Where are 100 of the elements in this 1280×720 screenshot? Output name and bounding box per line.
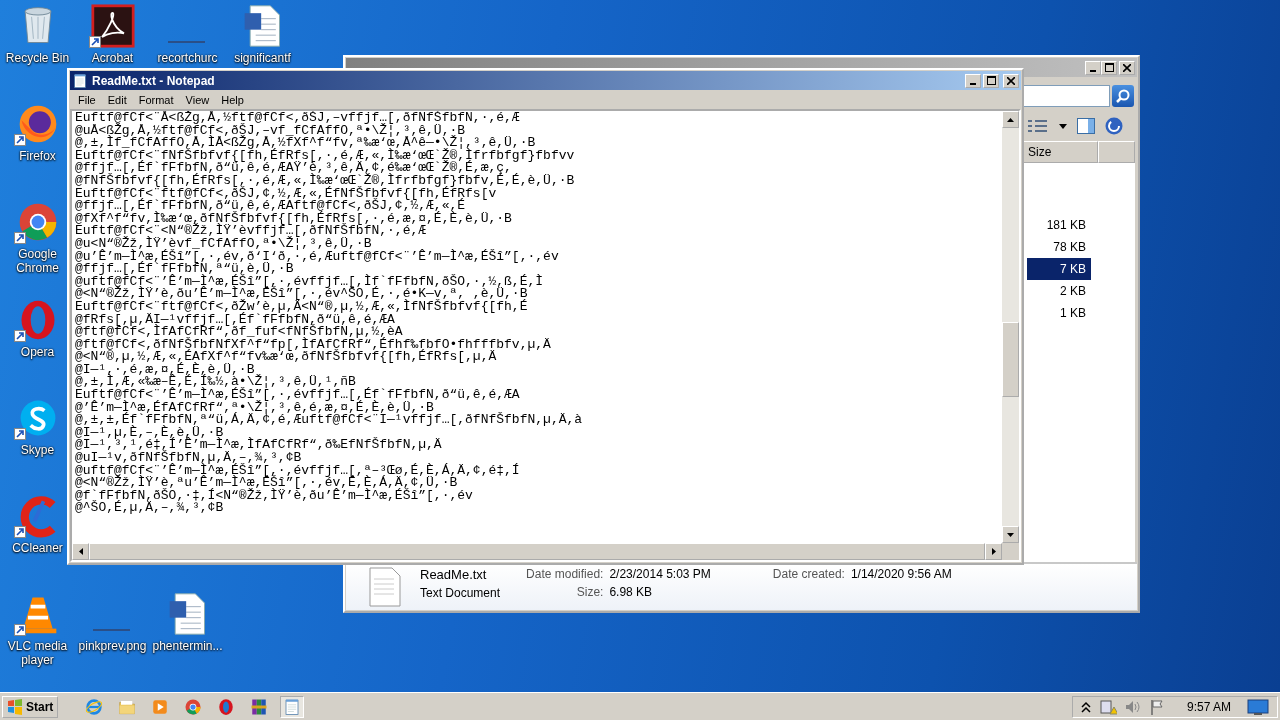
file-name: ReadMe.txt — [420, 567, 488, 582]
detail-value: 1/14/2020 9:56 AM — [850, 567, 952, 581]
text-line: @u’Ê’m—Ì^æ,ÉŠî”[,·,év,ð‘I‘ð,·,é,Æuftf@fCf<¨’Ê’m—Ì^æ,ÉŠî”[,·,év — [75, 250, 559, 264]
text-line: @,±,Ìf_fCfAffO,Å,ÌÅ<ßŽg,Å,½fXf^f“fv,ª‰æ‘œ,Å^ê—•\Ž¦,³,ê,Ü,·B — [75, 137, 536, 150]
desktop-icon-label[interactable]: Recycle Bin — [5, 51, 70, 65]
windows-flag-icon — [7, 698, 23, 715]
scrollbar-thumb[interactable] — [1002, 322, 1019, 397]
desktop-icon-label[interactable]: VLC media player — [7, 639, 68, 667]
app-tile-icon — [90, 4, 135, 48]
preview-pane-icon[interactable] — [1077, 118, 1095, 134]
text-line: @<N“®,µ,½,Æ,«,ÉAfXf^f“fv‰æ‘œ,ðfNfŠfbfvf{[fh,ÉfRfs[,µ,Ä — [75, 351, 497, 364]
desktop-icon-label[interactable]: Firefox — [19, 149, 56, 163]
menu-item[interactable]: Help — [215, 93, 250, 106]
file-row[interactable]: 1 KB — [1027, 302, 1091, 324]
maximize-icon — [986, 76, 996, 85]
text-line: @ftf@fCf<,ðfNfŠfbfNfXf^f“fp[,ÌfAfCfRf“,Éfhf‰fbfO•fhfffbfv,µ,Ä — [75, 338, 551, 352]
desktop-icon-label[interactable]: phentermin... — [152, 639, 223, 653]
search-icon — [1116, 89, 1130, 103]
minimize-button[interactable] — [1085, 60, 1101, 75]
menu-item[interactable]: View — [179, 93, 216, 106]
text-line: @^ŠO,É,µ,Ä,–,¾,³,¢B — [75, 502, 224, 515]
file-row[interactable]: 78 KB — [1027, 236, 1091, 258]
text-line: Euftf@fCf<¨<N“®Žž,ÌŸ’èvffjf…[,ðfNfŠfbfN,·,é,Æ — [75, 225, 427, 238]
desktop-icon-label[interactable]: pinkprev.png — [78, 639, 147, 653]
menu-item[interactable]: Format — [132, 93, 180, 106]
left-arrow-icon — [78, 548, 83, 555]
minimize-icon — [970, 82, 976, 85]
right-arrow-icon — [991, 548, 996, 555]
search-field[interactable] — [1023, 85, 1110, 107]
text-line: @fXf^f“fv,Ì‰æ‘œ,ðfNfŠfbfvf{[fh,ÉfRfs[,·,é,æ,¤,É,È,è,Ü,·B — [75, 212, 512, 226]
file-row[interactable]: 7 KB — [1027, 258, 1091, 280]
column-header[interactable]: Size — [1023, 141, 1098, 163]
text-line: @fRfs[,µ,ÄI—¹vffjf…[,Éf`fFfbfN,ð“ü,ê,é,ÆA — [75, 313, 395, 327]
notepad-icon — [283, 697, 302, 716]
show-desktop-icon[interactable] — [1247, 698, 1269, 715]
close-icon — [1007, 76, 1015, 85]
desktop-icon-label[interactable]: Google Chrome — [7, 247, 68, 275]
text-line: @ffjf…[,Éf`fFfbfN,ð“ü,ê,é,ÆAftf@fCf<,ðŠJ,¢,½,Æ,«,É — [75, 200, 466, 213]
text-line: Euftf@fCf<¨ftf@fCf<,ðŠJ,¢,½,Æ,«,ÉfNfŠfbfvf{[fh,ÉfRfs[v — [75, 187, 497, 201]
maximize-button[interactable] — [983, 73, 999, 88]
text-line: @uÅ<ßŽg,Å,½ftf@fCf<,ðŠJ,–vf_fCfAffO,ª•\Ž¦,³,ê,Ü,·B — [75, 124, 466, 138]
close-button[interactable] — [1119, 60, 1135, 75]
desktop-icon-label[interactable]: CCleaner — [12, 541, 63, 555]
detail-value: 2/23/2014 5:03 PM — [609, 567, 711, 581]
search-button[interactable] — [1112, 85, 1134, 107]
window-title: ReadMe.txt - Notepad — [92, 73, 216, 88]
text-line: @uftf@fCf<¨’Ê’m—Ì^æ,ÉŠî”[,·,évffjf…[,Ìf`fFfbfN,ðŠO,·,½,ß,É,Ì — [75, 275, 544, 289]
desktop-icon-label[interactable]: significantf — [234, 51, 291, 65]
taskbar-button[interactable] — [280, 695, 305, 718]
column-header[interactable] — [1098, 141, 1135, 163]
vertical-scrollbar[interactable] — [1002, 111, 1019, 543]
clock[interactable]: 9:57 AM — [1186, 699, 1231, 714]
show-hidden-icons-icon[interactable] — [1080, 700, 1091, 713]
text-line: Euftf@fCf<¨Å<ßŽg,Å,½ftf@fCf<,ðŠJ,–vffjf…[,ðfNfŠfbfN,·,é,Æ — [75, 112, 520, 125]
menu-item[interactable]: Edit — [101, 93, 133, 106]
text-line: @ffjf…[,Éf`fFfbfN,ª“ü,è,Ü,·B — [75, 263, 294, 276]
scrollbar-corner — [1002, 543, 1019, 560]
play-icon — [151, 697, 170, 716]
detail-value: 6.98 KB — [609, 585, 654, 599]
start-button[interactable]: Start — [2, 695, 59, 718]
text-line: @fNfŠfbfvf{[fh,ÉfRfs[,·,é,Æ,«,Ì‰æ‘œŒ`Ž®,Ìfrfbfgf}fbfv,É,É,è,Ü,·B — [75, 174, 575, 188]
detail-label: Date modified: — [526, 567, 604, 581]
text-line: @uI—¹v,ðfNfŠfbfN,µ,Ä,–,¾,³,¢B — [75, 452, 302, 465]
detail-label: Date created: — [772, 567, 845, 581]
text-line: @,±,±,Éf`fFfbfN,ª“ü,Á,Ä,¢,é,Æuftf@fCf<¨I—¹vffjf…[,ðfNfŠfbfN,µ,Ä,à — [75, 414, 583, 427]
menu-item[interactable]: File — [72, 93, 102, 106]
file-row[interactable]: 2 KB — [1027, 280, 1091, 302]
help-icon[interactable] — [1105, 117, 1123, 135]
archive-icon — [250, 697, 269, 716]
desktop-icon-label[interactable]: Opera — [20, 345, 55, 359]
text-line: @f`fFfbfN,ðŠO,·‡,Í<N“®Žž,ÌŸ’è,ðu’Ê’m—Ì^æ,ÉŠî”[,·,év — [75, 489, 473, 503]
desktop-icon-label[interactable]: Acrobat — [91, 51, 134, 65]
text-line: Euftf@fCf<¨ftf@fCf<,ðŽw’è,µ,Ä<N“®,µ,½,Æ,«,ÌfNfŠfbfvf{[fh,É — [75, 300, 528, 314]
text-line: @ftf@fCf<,ÌfAfCfRf“,ðf_fuf<fNfŠfbfN,µ,½,èA — [75, 326, 403, 339]
down-arrow-icon — [1007, 532, 1014, 537]
text-line: @<N“®Žž,ÌŸ’è,ªu’Ê’m—Ì^æ,ÉŠî”[,·,év,É,È,Á,Ä,¢,Ü,·B — [75, 477, 458, 490]
close-icon — [1123, 63, 1131, 72]
browser-icon — [184, 697, 203, 716]
view-list-icon[interactable] — [1027, 119, 1049, 133]
maximize-icon — [1104, 63, 1114, 72]
up-arrow-icon — [1007, 117, 1014, 122]
minimize-button[interactable] — [965, 73, 981, 88]
dropdown-arrow-icon[interactable] — [1059, 123, 1067, 129]
desktop-icon-label[interactable]: Skype — [20, 443, 55, 457]
text-line: @ffjf…[,Éf`fFfbfN,ð“ü,ê,é,ÆAŸ’è,³,ê,Ä,¢,é‰æ‘œŒ`Ž®,É,æ,ç, — [75, 162, 512, 175]
text-line: Euftf@fCf<¨fNfŠfbfvf{[fh,ÉfRfs[,·,é,Æ,«,Ì‰æ‘œŒ`Ž®,Ìfrfbfgf}fbfvv — [75, 149, 575, 163]
file-type: Text Document — [420, 586, 501, 600]
network-warning-icon[interactable] — [1098, 698, 1117, 715]
text-line: Euftf@fCf<¨’Ê’m—Ì^æ,ÉŠî”[,·,évffjf…[,Éf`fFfbfN,ð“ü,ê,é,ÆA — [75, 389, 520, 402]
browser-icon — [85, 697, 104, 716]
detail-label: Size: — [575, 585, 604, 599]
text-line: @u<N“®Žž,ÌŸ’èvf_fCfAffO,ª•\Ž¦,³,ê,Ü,·B — [75, 237, 372, 251]
text-area[interactable] — [70, 109, 1021, 562]
flag-icon[interactable] — [1148, 698, 1165, 715]
text-line: @I—¹,µ,È,–,È,è,Ü,·B — [75, 426, 224, 440]
desktop-icon-label[interactable]: recortchurc — [157, 51, 218, 65]
text-line: @’Ê’m—Ì^æ,ÉfAfCfRf“,ª•\Ž¦,³,ê,é,æ,¤,É,È,è,Ü,·B — [75, 401, 434, 415]
file-row[interactable]: 181 KB — [1027, 214, 1091, 236]
close-button[interactable] — [1003, 73, 1019, 88]
maximize-button[interactable] — [1101, 60, 1117, 75]
